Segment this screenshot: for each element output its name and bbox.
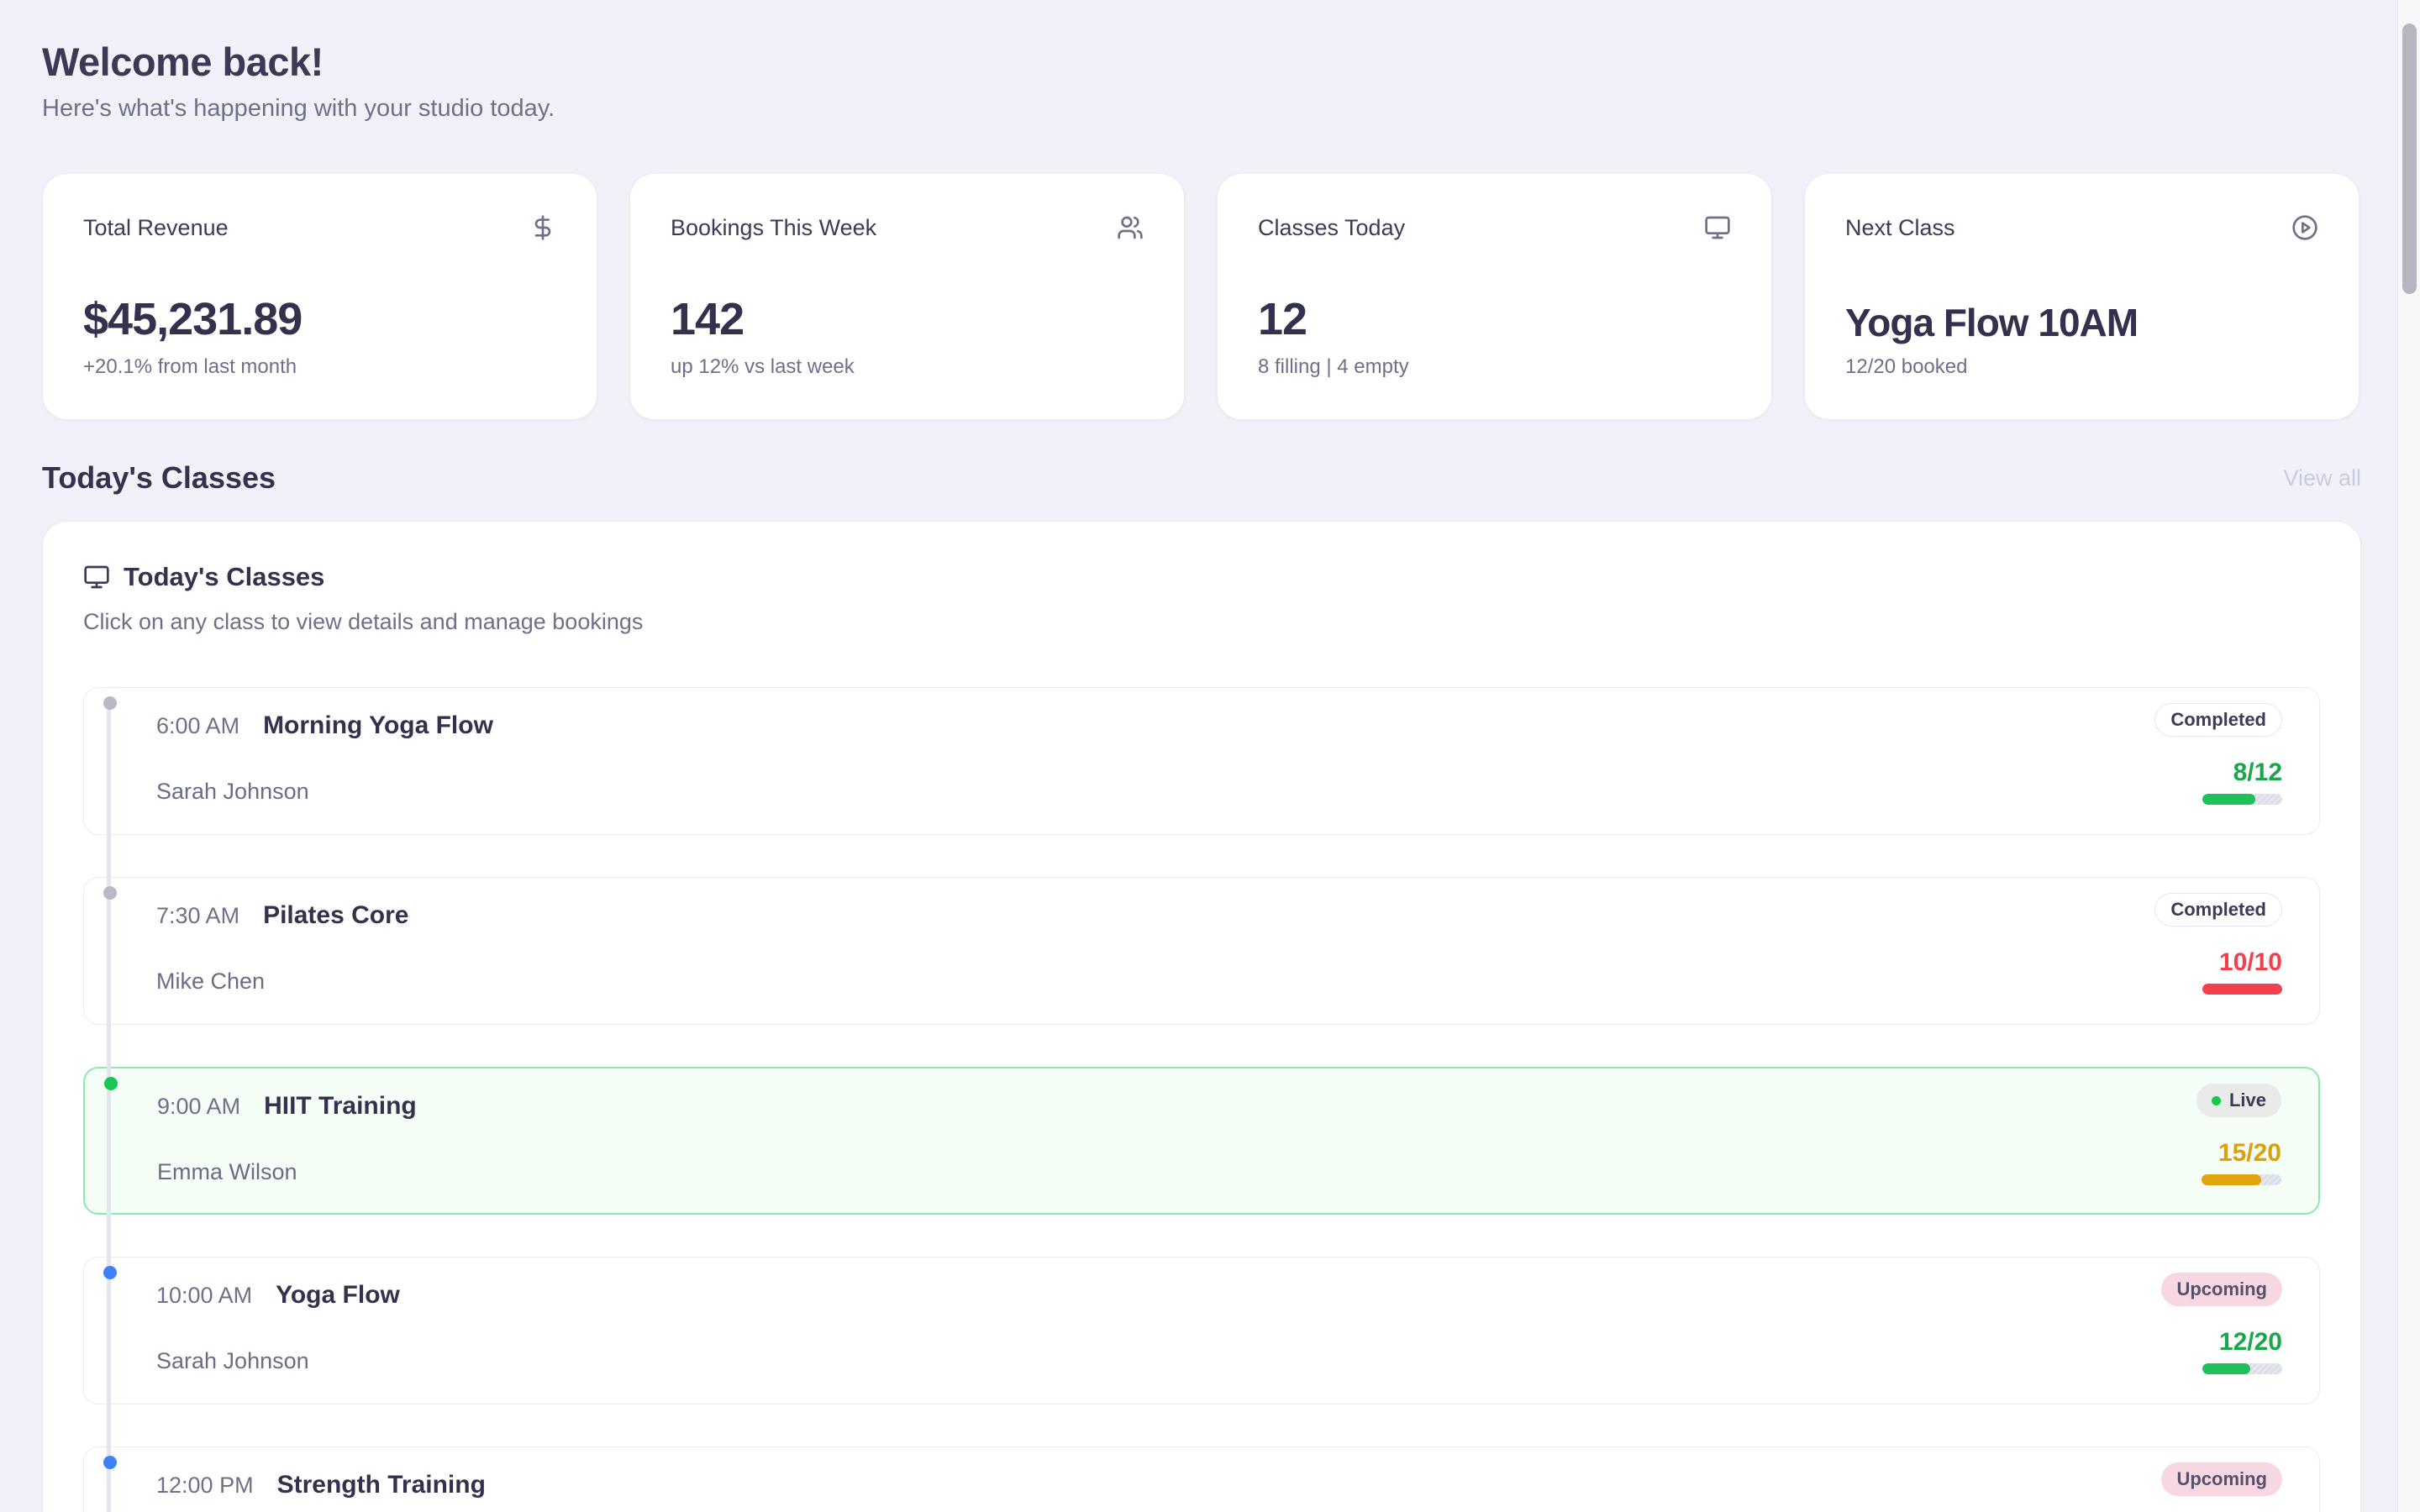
status-badge: Completed xyxy=(2154,893,2282,927)
booking-progress-bar xyxy=(2202,1363,2282,1374)
class-instructor: Sarah Johnson xyxy=(156,779,309,805)
class-row-pilates-core[interactable]: 7:30 AM Pilates Core Mike Chen Completed… xyxy=(83,877,2320,1025)
live-dot-icon xyxy=(2212,1096,2221,1105)
class-list: 6:00 AM Morning Yoga Flow Sarah Johnson … xyxy=(83,687,2320,1512)
class-name: Morning Yoga Flow xyxy=(263,711,493,740)
class-time: 9:00 AM xyxy=(157,1094,240,1120)
stat-caption: 8 filling | 4 empty xyxy=(1258,355,1731,379)
class-row-hiit-training[interactable]: 9:00 AM HIIT Training Emma Wilson Live 1… xyxy=(83,1067,2320,1215)
class-instructor: Mike Chen xyxy=(156,969,265,995)
class-time: 10:00 AM xyxy=(156,1283,252,1309)
timeline-dot xyxy=(103,1456,117,1469)
stat-title: Bookings This Week xyxy=(671,215,876,241)
class-name: Pilates Core xyxy=(263,901,408,930)
status-badge: Live xyxy=(2196,1084,2281,1117)
stat-value: 12 xyxy=(1258,293,1731,345)
play-circle-icon xyxy=(2291,214,2318,241)
timeline-dot xyxy=(103,886,117,900)
stat-card-total-revenue: Total Revenue $45,231.89 +20.1% from las… xyxy=(42,173,597,420)
stat-value: 142 xyxy=(671,293,1144,345)
booking-count: 12/20 xyxy=(2219,1328,2282,1357)
stat-title: Classes Today xyxy=(1258,215,1405,241)
stat-card-next-class: Next Class Yoga Flow 10AM 12/20 booked xyxy=(1804,173,2360,420)
class-instructor: Emma Wilson xyxy=(157,1159,297,1185)
class-time: 6:00 AM xyxy=(156,713,239,739)
classes-card-subtitle: Click on any class to view details and m… xyxy=(83,609,2320,635)
view-all-link[interactable]: View all xyxy=(2283,465,2361,491)
users-icon xyxy=(1117,214,1144,241)
dashboard-content: Welcome back! Here's what's happening wi… xyxy=(42,0,2361,1512)
stat-card-classes-today: Classes Today 12 8 filling | 4 empty xyxy=(1217,173,1772,420)
booking-progress-bar xyxy=(2202,984,2282,995)
timeline-dot xyxy=(103,1266,117,1279)
class-row-yoga-flow[interactable]: 10:00 AM Yoga Flow Sarah Johnson Upcomin… xyxy=(83,1257,2320,1404)
class-name: HIIT Training xyxy=(264,1092,417,1121)
stat-title: Next Class xyxy=(1845,215,1955,241)
stat-caption: 12/20 booked xyxy=(1845,355,2318,379)
page-title: Welcome back! xyxy=(42,39,2361,85)
stat-caption: +20.1% from last month xyxy=(83,355,556,379)
stat-title: Total Revenue xyxy=(83,215,229,241)
timeline-line xyxy=(107,706,111,1512)
booking-count: 10/10 xyxy=(2219,948,2282,977)
booking-progress-bar xyxy=(2202,794,2282,805)
todays-classes-card: Today's Classes Click on any class to vi… xyxy=(42,521,2361,1512)
class-name: Strength Training xyxy=(277,1471,486,1499)
class-instructor: Sarah Johnson xyxy=(156,1348,309,1374)
monitor-icon xyxy=(83,564,110,591)
welcome-header: Welcome back! Here's what's happening wi… xyxy=(42,0,2361,123)
class-name: Yoga Flow xyxy=(276,1281,400,1310)
timeline-dot xyxy=(104,1077,118,1090)
classes-card-title: Today's Classes xyxy=(124,562,324,592)
section-title: Today's Classes xyxy=(42,460,276,496)
scrollbar-track[interactable] xyxy=(2397,0,2420,1512)
stat-value: Yoga Flow 10AM xyxy=(1845,300,2318,345)
timeline-dot xyxy=(103,696,117,710)
booking-count: 15/20 xyxy=(2218,1139,2281,1168)
booking-count: 8/12 xyxy=(2233,759,2282,787)
booking-progress-bar xyxy=(2202,1174,2281,1185)
stat-cards-row: Total Revenue $45,231.89 +20.1% from las… xyxy=(42,173,2361,420)
class-time: 7:30 AM xyxy=(156,903,239,929)
stat-caption: up 12% vs last week xyxy=(671,355,1144,379)
status-badge: Upcoming xyxy=(2161,1273,2282,1306)
monitor-icon xyxy=(1704,214,1731,241)
scrollbar-thumb[interactable] xyxy=(2402,24,2417,294)
section-heading-row: Today's Classes View all xyxy=(42,460,2361,496)
status-badge: Completed xyxy=(2154,703,2282,737)
page-subtitle: Here's what's happening with your studio… xyxy=(42,95,2361,123)
stat-value: $45,231.89 xyxy=(83,293,556,345)
stat-card-bookings: Bookings This Week 142 up 12% vs last we… xyxy=(629,173,1185,420)
class-row-morning-yoga-flow[interactable]: 6:00 AM Morning Yoga Flow Sarah Johnson … xyxy=(83,687,2320,835)
dollar-sign-icon xyxy=(529,214,556,241)
status-badge: Upcoming xyxy=(2161,1462,2282,1496)
class-row-strength-training[interactable]: 12:00 PM Strength Training Upcoming xyxy=(83,1446,2320,1512)
class-time: 12:00 PM xyxy=(156,1473,254,1499)
